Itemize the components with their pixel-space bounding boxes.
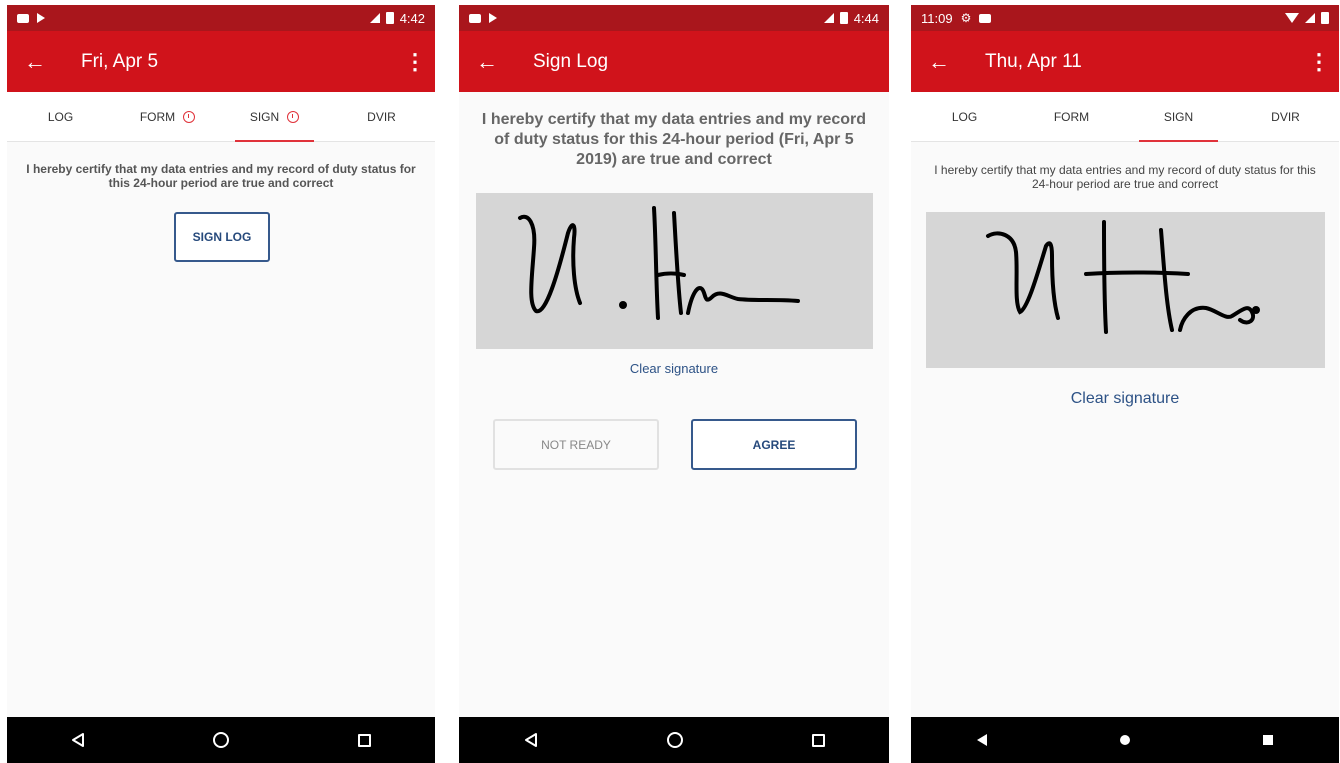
alert-icon bbox=[183, 110, 196, 123]
agree-button[interactable]: AGREE bbox=[691, 419, 857, 470]
battery-icon bbox=[385, 12, 394, 24]
tab-label: LOG bbox=[951, 109, 978, 124]
tab-dvir[interactable]: DVIR bbox=[1232, 92, 1339, 141]
status-time: 4:44 bbox=[853, 10, 879, 26]
nav-home-icon[interactable] bbox=[666, 732, 683, 748]
signature-pad[interactable] bbox=[926, 212, 1325, 368]
screen-sign-tab-signed: 11:09 ⚙ ← Thu, Apr 11 ⋮ LOG FORM SIGN DV… bbox=[911, 5, 1339, 763]
status-bar: 4:44 bbox=[459, 5, 889, 31]
page-title: Fri, Apr 5 bbox=[81, 50, 159, 72]
screen-sign-log: 4:44 ← Sign Log I hereby certify that my… bbox=[459, 5, 889, 763]
alert-icon bbox=[287, 110, 300, 123]
status-time: 4:42 bbox=[399, 10, 425, 26]
status-bar: 4:42 bbox=[7, 5, 435, 31]
page-title: Sign Log bbox=[533, 50, 609, 72]
status-time: 11:09 bbox=[921, 10, 953, 26]
certification-text: I hereby certify that my data entries an… bbox=[481, 111, 867, 168]
app-bar: ← Fri, Apr 5 ⋮ bbox=[7, 31, 435, 92]
app-bar: ← Sign Log bbox=[459, 31, 889, 92]
battery-icon bbox=[839, 12, 848, 24]
tab-dvir[interactable]: DVIR bbox=[328, 92, 435, 141]
back-arrow-icon[interactable]: ← bbox=[7, 50, 63, 73]
back-arrow-icon[interactable]: ← bbox=[911, 50, 967, 73]
tab-sign[interactable]: SIGN bbox=[1125, 92, 1232, 142]
nav-home-icon[interactable] bbox=[213, 732, 230, 748]
app-bar: ← Thu, Apr 11 ⋮ bbox=[911, 31, 1339, 92]
system-nav-bar bbox=[7, 717, 435, 763]
tab-label: SIGN bbox=[249, 109, 280, 124]
nav-recents-icon[interactable] bbox=[357, 733, 371, 747]
signature-stroke bbox=[518, 206, 800, 320]
nav-recents-icon[interactable] bbox=[1262, 735, 1273, 745]
tab-label: DVIR bbox=[367, 109, 396, 124]
tab-sign[interactable]: SIGN bbox=[221, 92, 328, 142]
signal-icon bbox=[1305, 13, 1315, 23]
notification-icon bbox=[469, 13, 481, 23]
overflow-menu-icon[interactable]: ⋮ bbox=[395, 50, 435, 73]
play-store-icon bbox=[489, 13, 497, 23]
tab-bar: LOG FORM SIGN DVIR bbox=[7, 92, 435, 142]
tab-form[interactable]: FORM bbox=[1018, 92, 1125, 141]
clear-signature-link[interactable]: Clear signature bbox=[911, 390, 1339, 408]
battery-icon bbox=[1321, 12, 1329, 24]
nav-back-icon[interactable] bbox=[71, 732, 85, 748]
screen-sign-tab: 4:42 ← Fri, Apr 5 ⋮ LOG FORM SIGN DVIR I… bbox=[7, 5, 435, 763]
nav-recents-icon[interactable] bbox=[811, 733, 825, 747]
clear-signature-link[interactable]: Clear signature bbox=[459, 361, 889, 376]
notification-icon bbox=[17, 13, 29, 23]
play-store-icon bbox=[37, 13, 45, 23]
wifi-icon bbox=[1285, 13, 1299, 23]
tab-log[interactable]: LOG bbox=[7, 92, 114, 141]
nav-back-icon[interactable] bbox=[524, 732, 538, 748]
back-arrow-icon[interactable]: ← bbox=[459, 50, 515, 73]
tab-log[interactable]: LOG bbox=[911, 92, 1018, 141]
tab-label: LOG bbox=[47, 109, 74, 124]
gear-icon: ⚙ bbox=[960, 11, 972, 25]
nav-back-icon[interactable] bbox=[977, 734, 988, 746]
signal-icon bbox=[823, 13, 834, 23]
nav-home-icon[interactable] bbox=[1119, 735, 1130, 745]
tab-form[interactable]: FORM bbox=[114, 92, 221, 141]
tab-label: FORM bbox=[1053, 109, 1090, 124]
status-bar: 11:09 ⚙ bbox=[911, 5, 1339, 31]
signature-pad[interactable] bbox=[476, 193, 873, 349]
overflow-menu-icon[interactable]: ⋮ bbox=[1299, 50, 1339, 73]
tab-label: FORM bbox=[139, 109, 176, 124]
certification-text: I hereby certify that my data entries an… bbox=[26, 162, 416, 190]
page-title: Thu, Apr 11 bbox=[985, 50, 1082, 72]
system-nav-bar bbox=[459, 717, 889, 763]
tab-label: SIGN bbox=[1163, 109, 1194, 124]
not-ready-button[interactable]: NOT READY bbox=[493, 419, 659, 470]
system-nav-bar bbox=[911, 717, 1339, 763]
tab-label: DVIR bbox=[1271, 109, 1300, 124]
notification-icon bbox=[979, 13, 992, 23]
signature-stroke bbox=[986, 220, 1260, 334]
sign-log-button[interactable]: SIGN LOG bbox=[174, 212, 270, 262]
tab-bar: LOG FORM SIGN DVIR bbox=[911, 92, 1339, 142]
certification-text: I hereby certify that my data entries an… bbox=[934, 163, 1316, 191]
signal-icon bbox=[369, 13, 380, 23]
